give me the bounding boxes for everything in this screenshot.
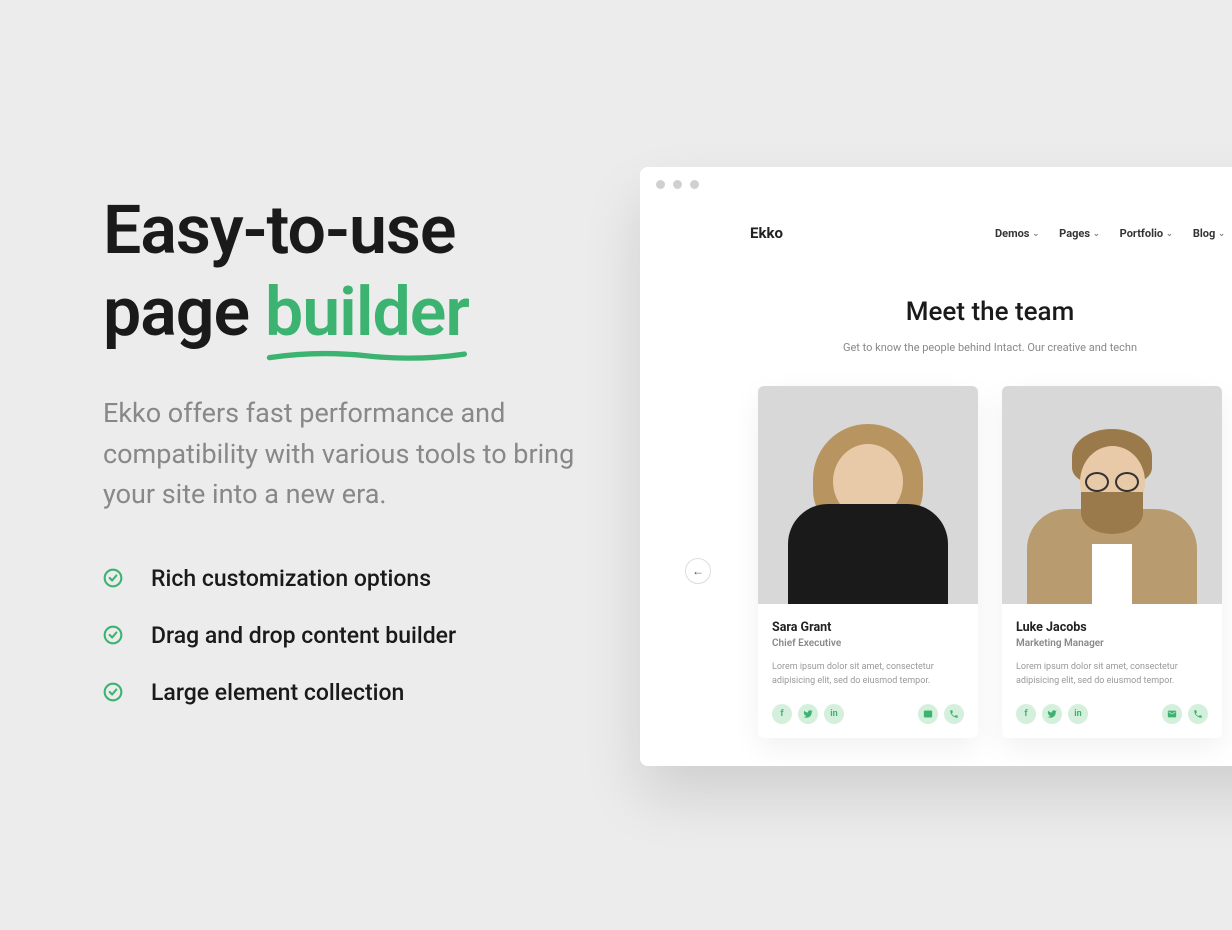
phone-icon[interactable]: [1188, 704, 1208, 724]
feature-item: Drag and drop content builder: [103, 622, 583, 649]
feature-item: Rich customization options: [103, 565, 583, 592]
team-photo: [1002, 386, 1222, 604]
subheadline: Ekko offers fast performance and compati…: [103, 393, 583, 515]
linkedin-icon[interactable]: in: [824, 704, 844, 724]
check-icon: [103, 568, 123, 588]
headline-line1: Easy-to-use: [103, 190, 455, 270]
team-role: Marketing Manager: [1016, 638, 1208, 649]
team-card[interactable]: Sara Grant Chief Executive Lorem ipsum d…: [758, 386, 978, 738]
team-role: Chief Executive: [772, 638, 964, 649]
feature-label: Rich customization options: [151, 565, 431, 592]
section-subtitle: Get to know the people behind Intact. Ou…: [640, 341, 1232, 354]
prev-button[interactable]: ←: [685, 558, 711, 584]
window-dot-icon: [690, 180, 699, 189]
chevron-down-icon: ⌄: [1093, 229, 1100, 238]
team-name: Sara Grant: [772, 620, 964, 635]
nav-item-demos[interactable]: Demos⌄: [995, 227, 1039, 240]
chevron-down-icon: ⌄: [1166, 229, 1173, 238]
nav-item-pages[interactable]: Pages⌄: [1059, 227, 1100, 240]
feature-label: Drag and drop content builder: [151, 622, 456, 649]
team-name: Luke Jacobs: [1016, 620, 1208, 635]
twitter-icon[interactable]: [1042, 704, 1062, 724]
arrow-left-icon: ←: [692, 564, 704, 578]
section-title: Meet the team: [640, 297, 1232, 327]
browser-preview: Ekko Demos⌄ Pages⌄ Portfolio⌄ Blog⌄ Shop…: [640, 167, 1232, 766]
nav-row: Ekko Demos⌄ Pages⌄ Portfolio⌄ Blog⌄ Shop…: [640, 224, 1232, 242]
headline-accent: builder: [265, 272, 469, 354]
email-icon[interactable]: [1162, 704, 1182, 724]
phone-icon[interactable]: [944, 704, 964, 724]
check-icon: [103, 625, 123, 645]
facebook-icon[interactable]: f: [772, 704, 792, 724]
facebook-icon[interactable]: f: [1016, 704, 1036, 724]
headline: Easy-to-use page builder: [103, 190, 583, 353]
features-list: Rich customization options Drag and drop…: [103, 565, 583, 706]
check-icon: [103, 682, 123, 702]
window-dot-icon: [656, 180, 665, 189]
team-desc: Lorem ipsum dolor sit amet, consectetur …: [1016, 661, 1208, 688]
team-photo: [758, 386, 978, 604]
headline-line2-prefix: page: [103, 272, 265, 352]
window-dot-icon: [673, 180, 682, 189]
linkedin-icon[interactable]: in: [1068, 704, 1088, 724]
team-card[interactable]: Luke Jacobs Marketing Manager Lorem ipsu…: [1002, 386, 1222, 738]
nav-item-portfolio[interactable]: Portfolio⌄: [1120, 227, 1173, 240]
team-desc: Lorem ipsum dolor sit amet, consectetur …: [772, 661, 964, 688]
brand-logo[interactable]: Ekko: [750, 224, 783, 242]
email-icon[interactable]: [918, 704, 938, 724]
twitter-icon[interactable]: [798, 704, 818, 724]
team-cards: Sara Grant Chief Executive Lorem ipsum d…: [758, 386, 1232, 738]
feature-item: Large element collection: [103, 679, 583, 706]
nav-menu: Demos⌄ Pages⌄ Portfolio⌄ Blog⌄ Shop⌄: [995, 227, 1232, 240]
chevron-down-icon: ⌄: [1032, 229, 1039, 238]
feature-label: Large element collection: [151, 679, 404, 706]
underline-icon: [265, 347, 469, 365]
nav-item-blog[interactable]: Blog⌄: [1193, 227, 1225, 240]
browser-bar: [640, 167, 1232, 202]
chevron-down-icon: ⌄: [1218, 229, 1225, 238]
